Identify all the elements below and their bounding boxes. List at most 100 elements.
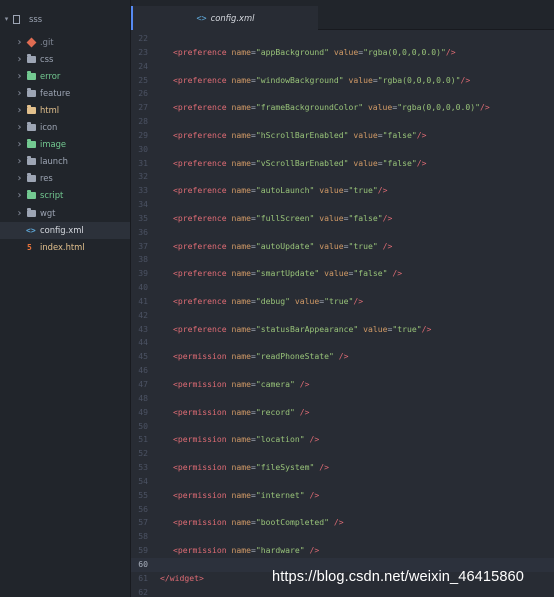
tree-item-index-html[interactable]: 5 index.html	[0, 239, 130, 256]
tab-config-xml[interactable]: <> config.xml	[131, 6, 318, 30]
line-number: 30	[138, 143, 148, 154]
tree-item-label: css	[40, 54, 54, 65]
chevron-right-icon[interactable]: ›	[16, 136, 23, 153]
tree-item-wgt[interactable]: › wgt	[0, 205, 130, 222]
code-line[interactable]: 53 <permission name="fileSystem" />	[131, 461, 554, 475]
code-line[interactable]: 37 <preference name="autoUpdate" value="t…	[131, 240, 554, 254]
line-number: 32	[138, 171, 148, 182]
line-number: 60	[138, 558, 148, 569]
tab-bar: <> config.xml	[131, 0, 554, 30]
tree-item-icon[interactable]: › icon	[0, 119, 130, 136]
code-line[interactable]: 45 <permission name="readPhoneState" />	[131, 350, 554, 364]
tree-item-error[interactable]: › error	[0, 68, 130, 85]
chevron-right-icon[interactable]: ›	[16, 170, 23, 187]
line-number: 57	[138, 517, 148, 528]
line-number: 39	[138, 268, 148, 279]
code-line[interactable]: 40	[131, 281, 554, 295]
code-line[interactable]: 24	[131, 60, 554, 74]
code-text: <permission name="hardware" />	[173, 545, 320, 556]
code-line[interactable]: 54	[131, 475, 554, 489]
code-line[interactable]: 44	[131, 336, 554, 350]
code-text: <preference name="smartUpdate" value="fa…	[173, 268, 403, 279]
tree-item-res[interactable]: › res	[0, 170, 130, 187]
chevron-right-icon[interactable]: ›	[16, 34, 23, 51]
code-line[interactable]: 27 <preference name="frameBackgroundColor…	[131, 101, 554, 115]
folder-icon	[27, 54, 36, 64]
code-line[interactable]: 29 <preference name="hScrollBarEnabled" v…	[131, 129, 554, 143]
code-line[interactable]: 59 <permission name="hardware" />	[131, 544, 554, 558]
code-line[interactable]: 35 <preference name="fullScreen" value="f…	[131, 212, 554, 226]
chevron-right-icon[interactable]: ›	[16, 205, 23, 222]
tree-item-feature[interactable]: › feature	[0, 85, 130, 102]
tree-item-git[interactable]: › .git	[0, 34, 130, 51]
code-line[interactable]: 33 <preference name="autoLaunch" value="t…	[131, 184, 554, 198]
folder-icon	[27, 190, 36, 200]
line-number: 54	[138, 475, 148, 486]
code-line[interactable]: 39 <preference name="smartUpdate" value="…	[131, 267, 554, 281]
line-number: 42	[138, 309, 148, 320]
code-line[interactable]: 38	[131, 253, 554, 267]
code-line[interactable]: 32	[131, 170, 554, 184]
code-line[interactable]: 25 <preference name="windowBackground" va…	[131, 74, 554, 88]
code-line[interactable]: 41 <preference name="debug" value="true"/…	[131, 295, 554, 309]
folder-icon	[27, 122, 36, 132]
tree-item-launch[interactable]: › launch	[0, 153, 130, 170]
code-line[interactable]: 52	[131, 447, 554, 461]
code-line[interactable]: 50	[131, 420, 554, 434]
watermark-text: https://blog.csdn.net/weixin_46415860	[272, 569, 524, 585]
tree-item-css[interactable]: › css	[0, 51, 130, 68]
code-text: <preference name="statusBarAppearance" v…	[173, 323, 432, 334]
git-icon	[26, 37, 37, 48]
code-line[interactable]: 57 <permission name="bootCompleted" />	[131, 516, 554, 530]
code-line[interactable]: 49 <permission name="record" />	[131, 406, 554, 420]
code-area[interactable]: 22 23 <preference name="appBackground" val…	[131, 30, 554, 597]
code-line[interactable]: 58	[131, 530, 554, 544]
code-line[interactable]: 46	[131, 364, 554, 378]
line-number: 35	[138, 212, 148, 223]
code-line[interactable]: 55 <permission name="internet" />	[131, 489, 554, 503]
code-line[interactable]: 56	[131, 503, 554, 517]
code-text: <permission name="record" />	[173, 406, 310, 417]
chevron-right-icon[interactable]: ›	[16, 119, 23, 136]
tree-item-html[interactable]: › html	[0, 102, 130, 119]
line-number: 44	[138, 337, 148, 348]
chevron-right-icon[interactable]: ›	[16, 102, 23, 119]
code-line[interactable]: 36	[131, 226, 554, 240]
project-icon	[13, 15, 20, 24]
code-line[interactable]: 31 <preference name="vScrollBarEnabled" v…	[131, 157, 554, 171]
code-line[interactable]: 30	[131, 143, 554, 157]
code-line[interactable]: 62	[131, 586, 554, 597]
chevron-right-icon[interactable]: ›	[16, 153, 23, 170]
code-line[interactable]: 43 <preference name="statusBarAppearance"…	[131, 323, 554, 337]
tree-item-script[interactable]: › script	[0, 187, 130, 204]
code-line[interactable]: 26	[131, 87, 554, 101]
tree-item-label: html	[40, 105, 60, 116]
tree-item-label: launch	[40, 156, 68, 167]
code-line[interactable]: 34	[131, 198, 554, 212]
tree-item-label: icon	[40, 122, 58, 133]
tree-item-config-xml[interactable]: <> config.xml	[0, 221, 130, 239]
chevron-right-icon[interactable]: ›	[16, 187, 23, 204]
code-line[interactable]: 48	[131, 392, 554, 406]
tree-root-project[interactable]: ▾ sss	[0, 11, 130, 28]
line-number: 26	[138, 88, 148, 99]
code-text: <permission name="internet" />	[173, 489, 320, 500]
code-text: <permission name="fileSystem" />	[173, 462, 329, 473]
code-line[interactable]: 22	[131, 32, 554, 46]
line-number: 51	[138, 434, 148, 445]
code-line[interactable]: 47 <permission name="camera" />	[131, 378, 554, 392]
code-line[interactable]: 23 <preference name="appBackground" value…	[131, 46, 554, 60]
chevron-right-icon[interactable]: ›	[16, 85, 23, 102]
tree-item-image[interactable]: › image	[0, 136, 130, 153]
code-text: <permission name="bootCompleted" />	[173, 517, 344, 528]
code-line[interactable]: 51 <permission name="location" />	[131, 433, 554, 447]
code-line[interactable]: 42	[131, 309, 554, 323]
chevron-right-icon[interactable]: ›	[16, 68, 23, 85]
line-number: 46	[138, 365, 148, 376]
code-text: <permission name="readPhoneState" />	[173, 351, 349, 362]
line-number: 23	[138, 46, 148, 57]
chevron-down-icon[interactable]: ▾	[3, 11, 10, 28]
chevron-right-icon[interactable]: ›	[16, 51, 23, 68]
tree-item-label: res	[40, 173, 53, 184]
code-line[interactable]: 28	[131, 115, 554, 129]
